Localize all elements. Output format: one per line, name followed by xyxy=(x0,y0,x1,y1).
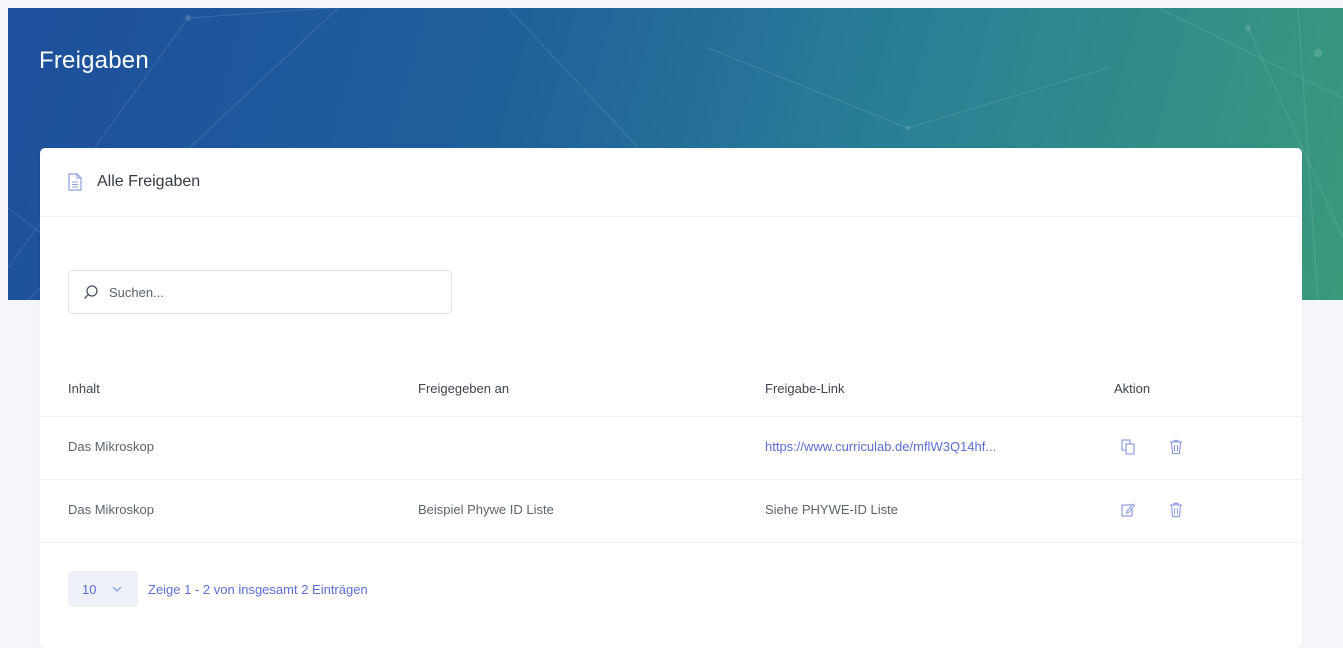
column-header-freigegeben-an[interactable]: Freigegeben an xyxy=(418,381,509,396)
chevron-down-icon xyxy=(112,586,122,592)
column-header-aktion: Aktion xyxy=(1114,381,1151,396)
search-box[interactable] xyxy=(68,270,452,314)
pagination-info: Zeige 1 - 2 von insgesamt 2 Einträgen xyxy=(148,581,368,597)
table-row: Das Mikroskop Beispiel Phywe ID Liste Si… xyxy=(40,480,1302,543)
page-size-select[interactable]: 10 xyxy=(68,571,138,607)
table-header: Inhalt Freigegeben an Freigabe-Link Akti… xyxy=(40,360,1302,417)
page-size-value: 10 xyxy=(82,581,97,597)
cell-freigabe-link: Siehe PHYWE-ID Liste xyxy=(765,502,898,517)
shares-card: Alle Freigaben Inhalt Freigegeben an Fre… xyxy=(40,148,1302,648)
table-row: Das Mikroskop https://www.curriculab.de/… xyxy=(40,417,1302,480)
cell-freigegeben-an: Beispiel Phywe ID Liste xyxy=(418,502,554,517)
cell-inhalt: Das Mikroskop xyxy=(68,439,154,454)
copy-icon[interactable] xyxy=(1121,439,1135,455)
pagination: 10 Zeige 1 - 2 von insgesamt 2 Einträgen xyxy=(68,571,368,607)
column-header-freigabe-link[interactable]: Freigabe-Link xyxy=(765,381,845,396)
document-icon xyxy=(68,173,82,191)
search-icon xyxy=(84,285,98,299)
cell-inhalt: Das Mikroskop xyxy=(68,502,154,517)
trash-icon[interactable] xyxy=(1169,502,1183,518)
edit-icon[interactable] xyxy=(1121,502,1135,518)
search-input[interactable] xyxy=(107,283,431,301)
card-title: Alle Freigaben xyxy=(97,173,201,190)
page-title: Freigaben xyxy=(39,47,149,74)
trash-icon[interactable] xyxy=(1169,439,1183,455)
share-link[interactable]: https://www.curriculab.de/mflW3Q14hf... xyxy=(765,439,996,454)
card-header: Alle Freigaben xyxy=(40,148,1302,217)
column-header-inhalt[interactable]: Inhalt xyxy=(68,381,100,396)
